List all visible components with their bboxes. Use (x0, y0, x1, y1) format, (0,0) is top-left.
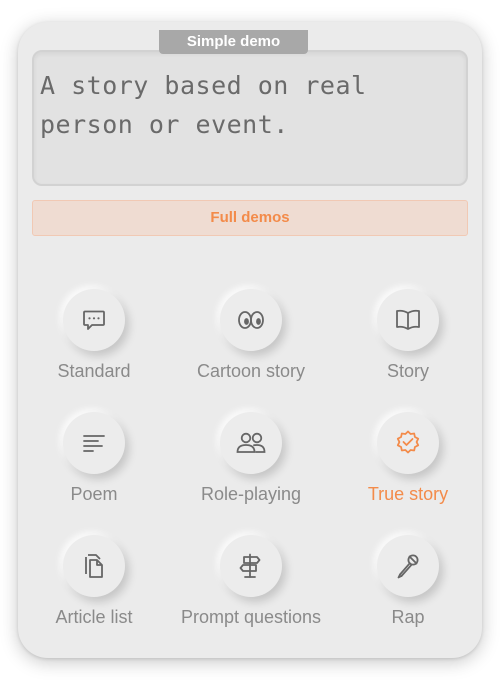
mode-standard-button[interactable] (63, 289, 125, 351)
mode-article-list-button[interactable] (63, 535, 125, 597)
mode-true-story[interactable]: True story (323, 412, 493, 505)
mode-cartoon-story[interactable]: Cartoon story (166, 289, 336, 382)
full-demos-button[interactable]: Full demos (32, 200, 468, 236)
mode-standard-label: Standard (57, 361, 131, 381)
mode-true-story-button[interactable] (377, 412, 439, 474)
mode-poem-button[interactable] (63, 412, 125, 474)
mode-role-playing[interactable]: Role-playing (166, 412, 336, 505)
people-icon (236, 432, 266, 453)
mode-article-list[interactable]: Article list (9, 535, 179, 628)
mode-poem[interactable]: Poem (9, 412, 179, 505)
documents-icon (85, 554, 103, 578)
mode-role-playing-label: Role-playing (200, 484, 302, 504)
mode-story[interactable]: Story (323, 289, 493, 382)
mode-story-button[interactable] (377, 289, 439, 351)
mode-rap-label: Rap (391, 607, 425, 627)
mode-cartoon-story-label: Cartoon story (196, 361, 306, 381)
mode-rap-button[interactable] (377, 535, 439, 597)
text-lines-icon (83, 435, 105, 452)
microphone-icon (397, 554, 419, 579)
mode-cartoon-story-button[interactable] (220, 289, 282, 351)
mode-true-story-label: True story (367, 484, 449, 504)
mode-prompt-questions-label: Prompt questions (180, 607, 322, 627)
mode-rap[interactable]: Rap (323, 535, 493, 628)
mode-prompt-questions[interactable]: Prompt questions (166, 535, 336, 628)
mode-story-label: Story (386, 361, 429, 381)
open-book-icon (396, 309, 420, 330)
signpost-icon (239, 553, 261, 578)
mode-prompt-questions-button[interactable] (220, 535, 282, 597)
chat-bubble-icon (83, 310, 105, 330)
verified-badge-icon (396, 430, 420, 454)
mode-poem-label: Poem (70, 484, 118, 504)
mode-role-playing-button[interactable] (220, 412, 282, 474)
mode-article-list-label: Article list (55, 607, 133, 627)
mode-standard[interactable]: Standard (9, 289, 179, 382)
cartoon-eyes-icon (238, 311, 264, 329)
